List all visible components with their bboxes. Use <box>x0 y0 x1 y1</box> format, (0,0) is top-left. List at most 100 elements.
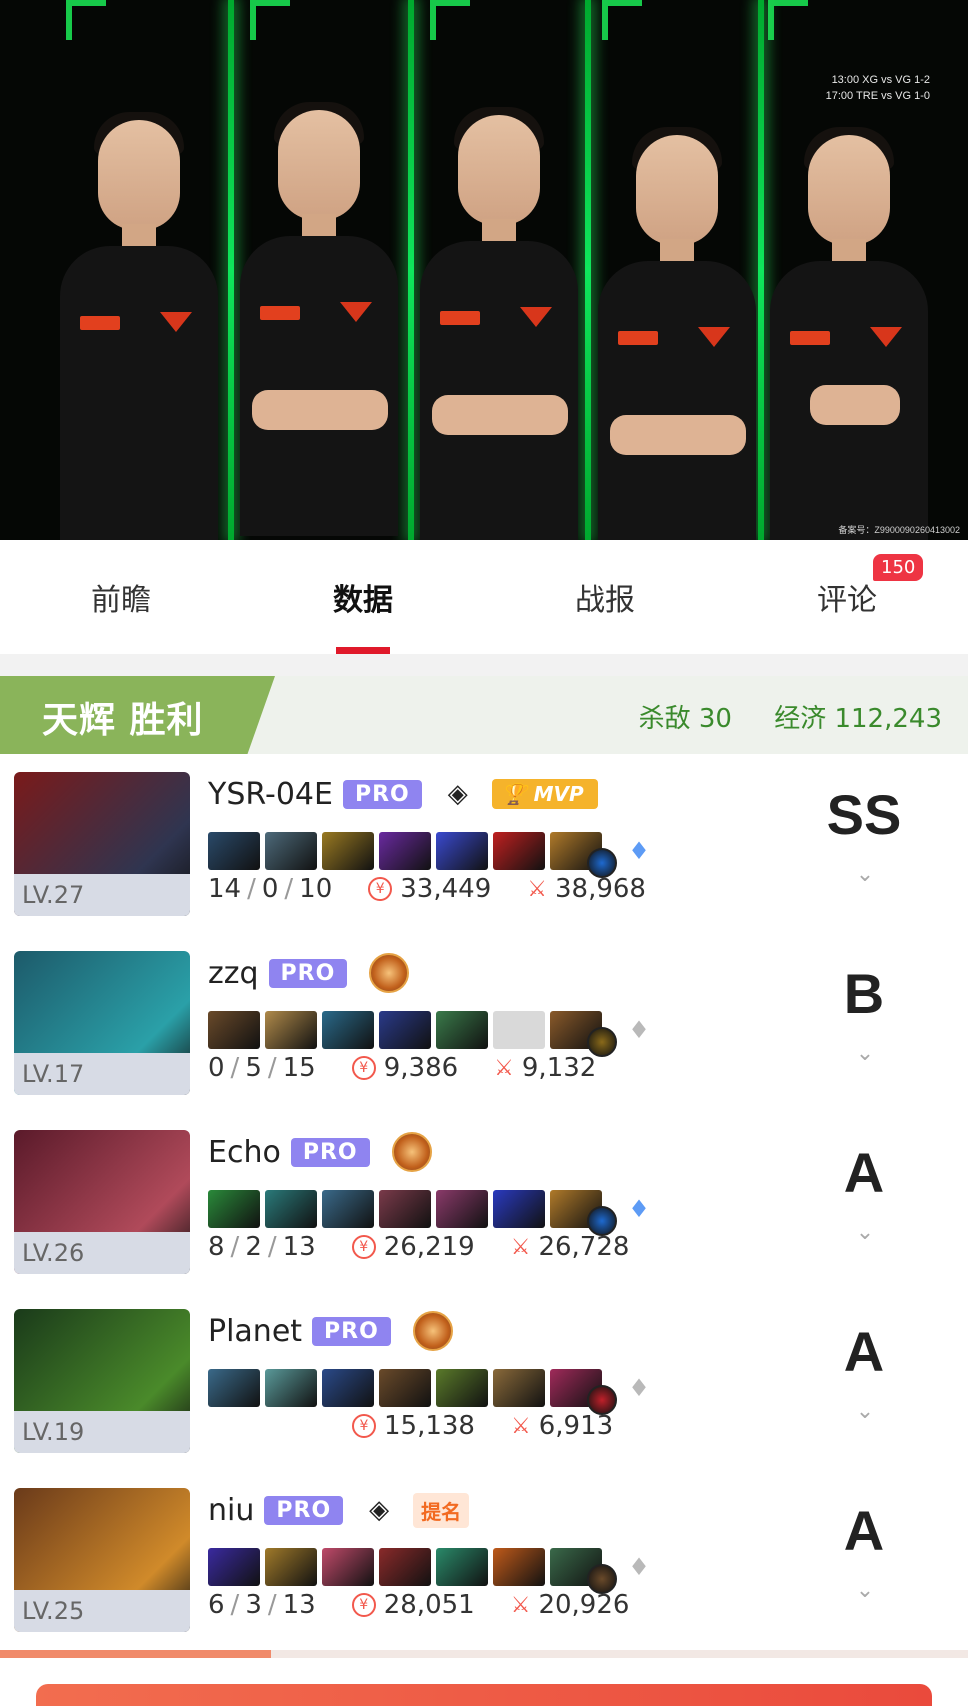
item-slot[interactable] <box>265 1548 317 1586</box>
hero-portrait[interactable]: LV.27 <box>14 772 190 916</box>
player-name[interactable]: YSR-04E <box>208 777 333 812</box>
item-slot[interactable] <box>493 1369 545 1407</box>
team-player-photo <box>770 127 928 540</box>
player-name[interactable]: Planet <box>208 1314 302 1349</box>
item-slot[interactable] <box>436 1369 488 1407</box>
item-slot[interactable] <box>208 1190 260 1228</box>
item-slot[interactable] <box>493 832 545 870</box>
team-kills: 杀敌 30 <box>638 704 732 734</box>
chevron-down-icon[interactable]: ⌄ <box>850 1041 880 1066</box>
player-name[interactable]: zzq <box>208 956 259 991</box>
damage-value: 38,968 <box>554 874 646 904</box>
net-worth: ¥33,449 <box>368 874 491 904</box>
player-row[interactable]: LV.26 Echo PRO ♦ 8/2/13 ¥26,219 ⚔ 26,728 A ⌄ <box>0 1112 968 1290</box>
item-slot[interactable] <box>379 832 431 870</box>
chevron-down-icon[interactable]: ⌄ <box>850 1220 880 1245</box>
frame-corner <box>768 0 808 40</box>
tab-data[interactable]: 数据 <box>242 540 484 654</box>
rank-crest-icon <box>369 953 410 993</box>
hero-portrait[interactable]: LV.26 <box>14 1130 190 1274</box>
tab-report[interactable]: 战报 <box>484 540 726 654</box>
pro-badge: PRO <box>264 1495 344 1525</box>
chevron-down-icon[interactable]: ⌄ <box>850 1399 880 1424</box>
registration-number: 备案号：Z9900090260413002 <box>838 525 960 535</box>
slash: / <box>230 1053 240 1083</box>
hero-portrait[interactable]: LV.19 <box>14 1309 190 1453</box>
player-name[interactable]: Echo <box>208 1135 281 1170</box>
chevron-down-icon[interactable]: ⌄ <box>850 1578 880 1603</box>
kills: 0 <box>208 1053 225 1083</box>
item-build: ♦ <box>208 1361 651 1415</box>
tab-bar: 前瞻 数据 战报 评论 150 <box>0 540 968 654</box>
item-slot[interactable] <box>436 832 488 870</box>
net-worth: ¥28,051 <box>351 1590 475 1620</box>
tab-comments[interactable]: 评论 150 <box>726 540 968 654</box>
gold-value: 15,138 <box>384 1411 475 1441</box>
damage-value: 9,132 <box>521 1053 597 1083</box>
net-worth: ¥9,386 <box>351 1053 458 1083</box>
item-slot[interactable] <box>208 1369 260 1407</box>
bottom-action-button[interactable] <box>36 1684 932 1706</box>
deaths: 3 <box>245 1590 262 1620</box>
item-slot[interactable] <box>379 1548 431 1586</box>
performance-grade: SS <box>826 783 902 846</box>
crossed-swords-icon: ⚔ <box>527 876 547 902</box>
rank-crest-icon <box>391 1132 432 1172</box>
player-row[interactable]: LV.27 YSR-04E PRO ◈ 🏆 MVP ♦ 14/0/10 ¥33,449 ⚔ 38,… <box>0 754 968 932</box>
item-slot[interactable] <box>493 1190 545 1228</box>
tab-preview[interactable]: 前瞻 <box>0 540 242 654</box>
damage-value: 20,926 <box>538 1590 630 1620</box>
item-slot[interactable] <box>265 832 317 870</box>
hero-portrait[interactable]: LV.25 <box>14 1488 190 1632</box>
item-slot[interactable] <box>379 1369 431 1407</box>
player-row[interactable]: LV.17 zzq PRO ♦ 0/5/15 ¥9,386 ⚔ 9,132 B ⌄ <box>0 933 968 1111</box>
slash: / <box>267 1053 277 1083</box>
kda: 8/2/13 <box>208 1232 316 1262</box>
item-slot[interactable] <box>265 1369 317 1407</box>
item-slot[interactable] <box>436 1190 488 1228</box>
team-header: 天辉 胜利 杀敌 30 经济 112,243 <box>0 676 968 754</box>
item-slot[interactable] <box>436 1011 488 1049</box>
player-row[interactable]: LV.19 Planet PRO ♦ ¥15,138 ⚔ 6,913 A ⌄ <box>0 1291 968 1469</box>
damage-value: 6,913 <box>538 1411 614 1441</box>
item-slot[interactable] <box>322 1190 374 1228</box>
player-name[interactable]: niu <box>208 1493 254 1528</box>
item-slot[interactable] <box>322 1548 374 1586</box>
aghanim-scepter-icon: ♦ <box>628 1016 650 1044</box>
item-slot[interactable] <box>379 1190 431 1228</box>
nominee-badge: 提名 <box>413 1492 470 1528</box>
item-slot[interactable] <box>436 1548 488 1586</box>
chevron-down-icon[interactable]: ⌄ <box>850 862 880 887</box>
crossed-swords-icon: ⚔ <box>494 1055 514 1081</box>
item-slot[interactable] <box>265 1190 317 1228</box>
assists: 15 <box>282 1053 316 1083</box>
match-banner: 13:00 XG vs VG 1-2 17:00 TRE vs VG 1-0 备… <box>0 0 968 540</box>
damage-value: 26,728 <box>538 1232 630 1262</box>
tab-label: 数据 <box>333 583 393 618</box>
hero-portrait[interactable]: LV.17 <box>14 951 190 1095</box>
player-row[interactable]: LV.25 niu PRO ◈ 提名 ♦ 6/3/13 ¥28,051 ⚔ 20,926 A ⌄ <box>0 1470 968 1648</box>
item-slot[interactable] <box>379 1011 431 1049</box>
pro-badge: PRO <box>268 958 348 988</box>
hero-damage: ⚔ 38,968 <box>527 874 646 904</box>
item-slot[interactable] <box>208 1011 260 1049</box>
frame-corner <box>602 0 642 40</box>
item-slot[interactable] <box>322 1011 374 1049</box>
item-build: ♦ <box>208 1182 651 1236</box>
item-slot[interactable] <box>322 1369 374 1407</box>
deaths: 5 <box>245 1053 262 1083</box>
player-name-line: Echo PRO <box>208 1132 432 1172</box>
player-stats: 0/5/15 ¥9,386 ⚔ 9,132 <box>208 1053 596 1083</box>
pro-badge: PRO <box>312 1316 391 1346</box>
hero-damage: ⚔ 20,926 <box>511 1590 630 1620</box>
item-slot[interactable] <box>208 1548 260 1586</box>
hero-damage: ⚔ 9,132 <box>494 1053 596 1083</box>
rank-crest-icon <box>412 1311 453 1351</box>
slash: / <box>267 1590 277 1620</box>
player-name-line: zzq PRO <box>208 953 410 993</box>
item-slot[interactable] <box>322 832 374 870</box>
item-slot[interactable] <box>208 832 260 870</box>
item-slot[interactable] <box>493 1548 545 1586</box>
item-slot[interactable] <box>265 1011 317 1049</box>
slash: / <box>230 1590 240 1620</box>
